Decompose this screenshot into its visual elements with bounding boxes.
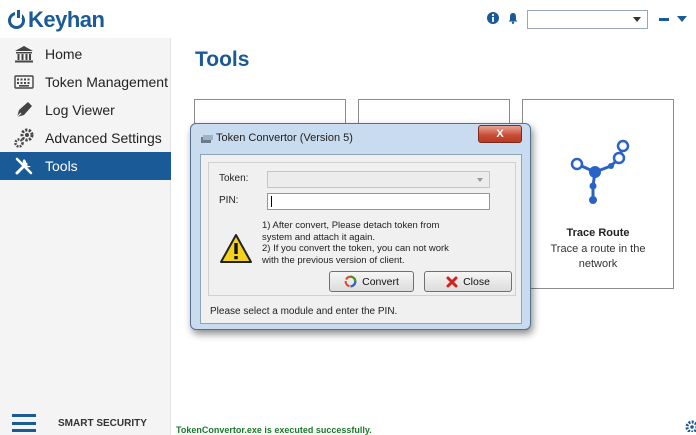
token-label: Token: xyxy=(219,173,249,184)
sidebar-item-token-management[interactable]: Token Management xyxy=(0,68,171,96)
dialog-title: Token Convertor (Version 5) xyxy=(216,132,353,144)
sidebar-item-home[interactable]: Home xyxy=(0,40,171,68)
menu-dropdown-icon[interactable] xyxy=(677,16,687,22)
warning-message: 1) After convert, Please detach token fr… xyxy=(262,220,502,266)
minimize-icon[interactable] xyxy=(659,18,669,21)
gears-icon xyxy=(13,128,35,148)
sidebar-item-advanced-settings[interactable]: Advanced Settings xyxy=(0,124,171,152)
sidebar-item-label: Tools xyxy=(45,158,78,174)
card-description: Trace a route in the network xyxy=(550,243,646,270)
token-convertor-dialog: Token Convertor (Version 5) X Token: PIN… xyxy=(190,123,531,330)
dialog-titlebar[interactable]: Token Convertor (Version 5) X xyxy=(191,124,530,152)
power-logo-icon xyxy=(8,9,25,29)
app-logo: Keyhan xyxy=(8,7,105,33)
sidebar-item-label: Advanced Settings xyxy=(45,130,162,146)
top-bar: Keyhan xyxy=(0,0,696,38)
sidebar-item-tools[interactable]: Tools xyxy=(0,152,171,180)
convert-button-label: Convert xyxy=(362,275,399,288)
network-route-icon xyxy=(570,139,630,204)
status-message: TokenConvertor.exe is executed successfu… xyxy=(176,425,372,435)
sidebar: Home Token Management Log Viewer Advance… xyxy=(0,38,171,435)
sidebar-item-label: Token Management xyxy=(45,74,168,90)
chevron-down-icon xyxy=(633,17,641,22)
info-icon[interactable] xyxy=(487,12,499,24)
convert-refresh-icon xyxy=(344,275,357,288)
sidebar-item-label: Home xyxy=(45,46,83,62)
token-form-group: Token: PIN: 1) After convert, Please det… xyxy=(208,162,516,296)
top-icons xyxy=(487,12,519,24)
dialog-status-text: Please select a module and enter the PIN… xyxy=(210,306,398,317)
dialog-close-button[interactable]: X xyxy=(478,125,522,143)
close-button[interactable]: Close xyxy=(424,271,512,292)
warning-icon xyxy=(220,234,252,263)
pin-label: PIN: xyxy=(219,195,239,206)
app-brand-name: Keyhan xyxy=(28,7,105,32)
hamburger-menu-icon[interactable] xyxy=(12,414,36,432)
chevron-down-icon xyxy=(477,178,483,182)
card-title: Trace Route xyxy=(566,227,630,239)
sidebar-item-label: Log Viewer xyxy=(45,102,115,118)
pin-input[interactable] xyxy=(267,193,490,210)
tool-card-trace-route[interactable]: Trace Route Trace a route in the network xyxy=(522,99,674,289)
bank-icon xyxy=(13,44,35,64)
app-window-icon xyxy=(201,135,213,143)
warning-line: system and attach it again. xyxy=(262,231,376,243)
bell-icon[interactable] xyxy=(507,12,519,24)
warning-line: with the previous version of client. xyxy=(262,254,405,266)
sidebar-footer: SMART SECURITY xyxy=(12,414,147,432)
convert-button[interactable]: Convert xyxy=(329,271,414,292)
token-select[interactable] xyxy=(267,171,490,188)
dialog-body: Token: PIN: 1) After convert, Please det… xyxy=(200,154,522,324)
keyboard-icon xyxy=(13,72,35,92)
tools-icon xyxy=(13,156,35,176)
footer-brand: SMART SECURITY xyxy=(58,417,147,429)
sidebar-item-log-viewer[interactable]: Log Viewer xyxy=(0,96,171,124)
pen-icon xyxy=(13,100,35,120)
warning-line: 1) After convert, Please detach token fr… xyxy=(262,220,440,231)
page-title: Tools xyxy=(195,48,250,71)
warning-line: 2) If you convert the token, you can not… xyxy=(262,243,449,254)
close-x-icon xyxy=(446,276,458,287)
close-button-label: Close xyxy=(463,275,490,288)
settings-gear-icon[interactable] xyxy=(683,418,696,432)
user-select-dropdown[interactable] xyxy=(527,10,648,29)
